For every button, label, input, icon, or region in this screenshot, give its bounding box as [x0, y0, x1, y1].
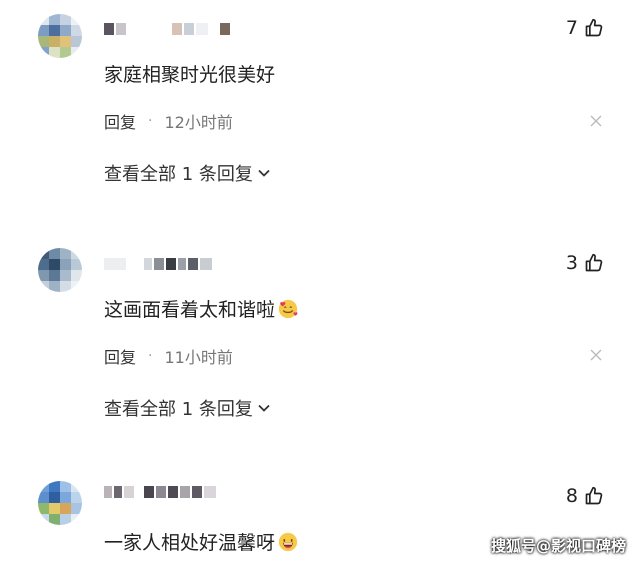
like-button[interactable]: 8 [566, 485, 604, 507]
username-blurred[interactable] [104, 257, 212, 271]
reply-button[interactable]: 回复 [104, 109, 136, 133]
view-replies-label: 查看全部 1 条回复 [104, 399, 253, 420]
thumbs-up-icon [585, 486, 603, 505]
comment-text: 这画面看着太和谐啦 [104, 295, 299, 322]
separator-dot: · [148, 113, 153, 129]
view-replies-link[interactable]: 查看全部 1 条回复 [104, 395, 271, 421]
avatar[interactable] [38, 14, 82, 58]
timestamp: 12小时前 [164, 113, 233, 132]
thumbs-up-icon [585, 18, 603, 37]
like-count: 8 [565, 485, 578, 507]
like-count: 3 [565, 252, 578, 274]
smiling-face-with-hearts-icon [278, 299, 298, 319]
comment-meta: 回复 · 12小时前 [104, 109, 233, 133]
thumbs-up-icon [585, 253, 603, 272]
view-replies-link[interactable]: 查看全部 1 条回复 [104, 160, 271, 186]
view-replies-label: 查看全部 1 条回复 [104, 164, 253, 185]
avatar[interactable] [38, 481, 82, 525]
comment-text-content: 一家人相处好温馨呀 [104, 532, 276, 554]
avatar[interactable] [38, 248, 82, 292]
like-button[interactable]: 7 [566, 17, 604, 39]
close-icon[interactable] [590, 115, 602, 127]
chevron-down-icon [258, 169, 270, 177]
comment-meta: 回复 · 11小时前 [104, 344, 233, 368]
like-button[interactable]: 3 [566, 252, 604, 274]
comment-item: 3 这画面看着太和谐啦 回复 · 11小时前 查看全部 1 条回复 [0, 230, 640, 465]
watermark: 搜狐号@影视口碑榜 [490, 537, 626, 555]
close-icon[interactable] [590, 349, 602, 361]
like-count: 7 [565, 17, 578, 39]
comment-text: 家庭相聚时光很美好 [104, 64, 276, 86]
timestamp: 11小时前 [164, 348, 233, 367]
username-blurred[interactable] [104, 22, 230, 36]
comment-text: 一家人相处好温馨呀 [104, 528, 299, 555]
grinning-face-icon [278, 532, 298, 552]
reply-button[interactable]: 回复 [104, 344, 136, 368]
separator-dot: · [148, 348, 153, 364]
username-blurred[interactable] [104, 485, 216, 499]
comment-text-content: 这画面看着太和谐啦 [104, 299, 276, 321]
comment-item: 7 家庭相聚时光很美好 回复 · 12小时前 查看全部 1 条回复 [0, 0, 640, 230]
chevron-down-icon [258, 404, 270, 412]
